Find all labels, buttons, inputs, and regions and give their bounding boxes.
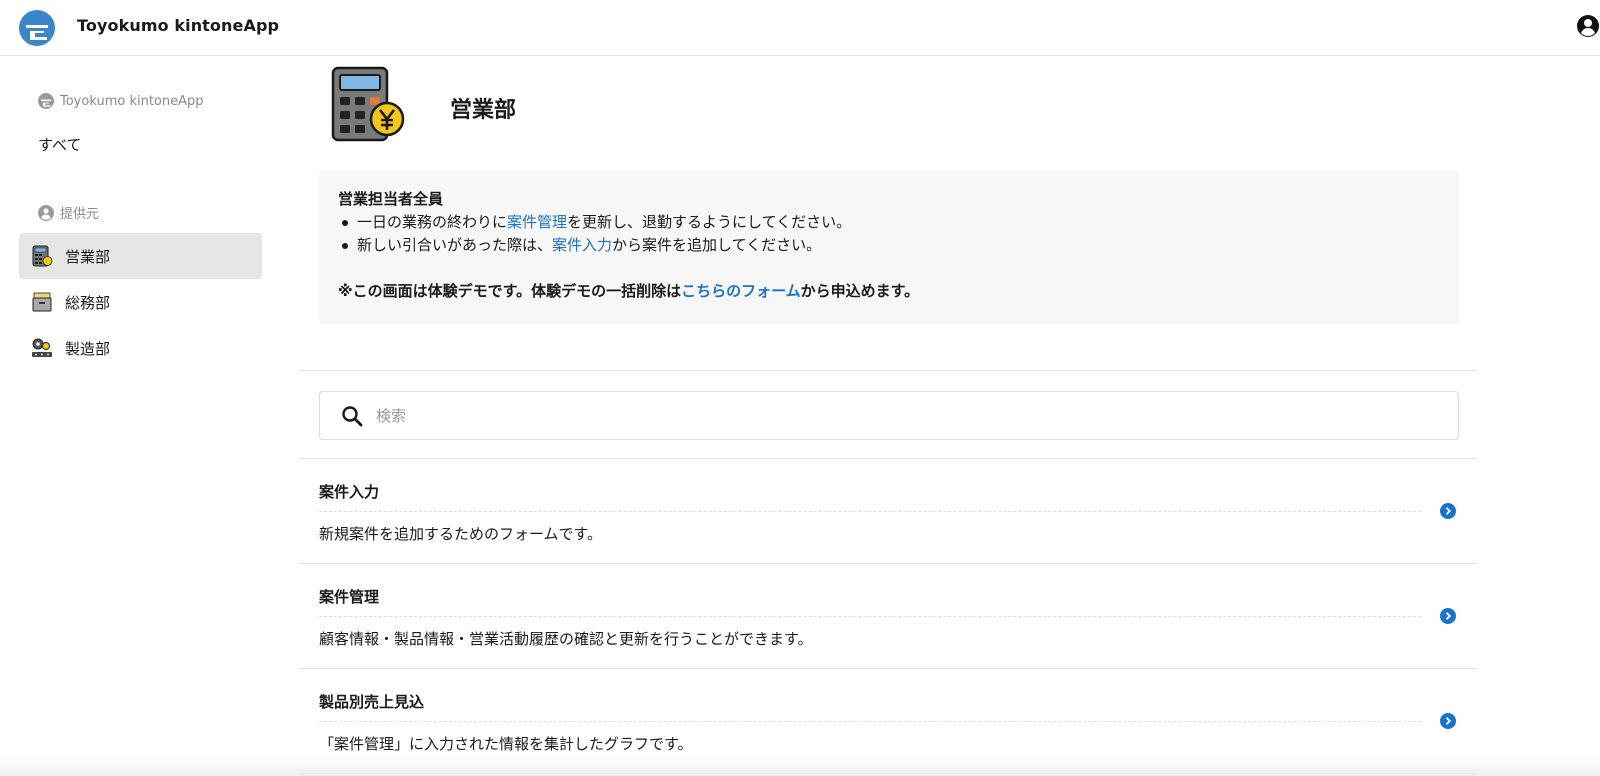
user-circle-icon: [38, 204, 54, 221]
search-box[interactable]: [319, 391, 1459, 440]
row-separator: [319, 616, 1421, 617]
calculator-icon: [32, 245, 53, 267]
calculator-yen-icon: [331, 66, 405, 142]
search-input[interactable]: [376, 392, 1436, 439]
row-separator: [319, 721, 1421, 722]
sidebar-item-all[interactable]: すべて: [38, 134, 81, 155]
app-row-case-entry[interactable]: 案件入力 新規案件を追加するためのフォームです。: [299, 459, 1477, 564]
app-description: 「案件管理」に入力された情報を集計したグラフです。: [319, 735, 693, 753]
sidebar: Toyokumo kintoneApp すべて 提供元 営業部 総務部 製造部: [0, 57, 280, 776]
row-separator: [319, 511, 1421, 512]
app-description: 顧客情報・製品情報・営業活動履歴の確認と更新を行うことができます。: [319, 630, 813, 648]
factory-gears-icon: [32, 338, 52, 357]
sidebar-item-label: 製造部: [65, 339, 111, 358]
user-account-icon[interactable]: [1576, 14, 1600, 38]
sidebar-item-sales[interactable]: 営業部: [19, 233, 262, 279]
sidebar-item-label: 総務部: [65, 293, 111, 312]
link-deletion-form[interactable]: こちらのフォーム: [681, 282, 801, 300]
link-case-entry[interactable]: 案件入力: [552, 236, 612, 254]
notice-panel: 営業担当者全員 一日の業務の終わりに案件管理を更新し、退勤するようにしてください…: [319, 170, 1459, 324]
notice-note-text: から申込めます。: [800, 282, 920, 300]
bottom-shadow: [0, 756, 1600, 776]
sidebar-item-manufacturing[interactable]: 製造部: [19, 325, 262, 371]
sidebar-provider-label: 提供元: [60, 207, 100, 222]
notice-text: から案件を追加してください。: [612, 236, 822, 254]
chevron-right-circle-icon[interactable]: [1440, 713, 1456, 729]
brand-name[interactable]: Toyokumo kintoneApp: [77, 16, 279, 35]
sidebar-item-label: 営業部: [65, 247, 111, 266]
section-divider: [299, 370, 1477, 371]
app-title: 製品別売上見込: [319, 693, 425, 711]
search-icon: [342, 406, 363, 427]
app-row-case-management[interactable]: 案件管理 顧客情報・製品情報・営業活動履歴の確認と更新を行うことができます。: [299, 564, 1477, 669]
notice-note: ※この画面は体験デモです。体験デモの一括削除はこちらのフォームから申込めます。: [338, 280, 1440, 303]
drawer-icon: [32, 292, 52, 312]
notice-text: を更新し、退勤するようにしてください。: [567, 213, 852, 231]
notice-heading: 営業担当者全員: [338, 190, 444, 208]
app-title: 案件入力: [319, 483, 380, 501]
brand-logo-icon[interactable]: [19, 10, 55, 46]
sidebar-brand-group: Toyokumo kintoneApp: [38, 93, 204, 109]
sidebar-item-general-affairs[interactable]: 総務部: [19, 279, 262, 325]
top-bar: Toyokumo kintoneApp: [0, 0, 1600, 56]
sidebar-brand-label: Toyokumo kintoneApp: [60, 93, 204, 109]
notice-list-item: 一日の業務の終わりに案件管理を更新し、退勤するようにしてください。: [338, 211, 1440, 234]
notice-note-text: ※この画面は体験デモです。体験デモの一括削除は: [338, 282, 682, 300]
app-title: 案件管理: [319, 588, 380, 606]
brand-logo-small-icon: [38, 93, 54, 109]
link-case-management[interactable]: 案件管理: [507, 213, 567, 231]
chevron-right-circle-icon[interactable]: [1440, 608, 1456, 624]
sidebar-provider-group: 提供元: [38, 203, 99, 222]
notice-list: 一日の業務の終わりに案件管理を更新し、退勤するようにしてください。 新しい引合い…: [338, 211, 1440, 257]
page-title: 営業部: [450, 98, 517, 123]
app-description: 新規案件を追加するためのフォームです。: [319, 525, 603, 543]
notice-text: 一日の業務の終わりに: [357, 213, 508, 231]
notice-text: 新しい引合いがあった際は、: [357, 236, 553, 254]
notice-list-item: 新しい引合いがあった際は、案件入力から案件を追加してください。: [338, 234, 1440, 257]
chevron-right-circle-icon[interactable]: [1440, 503, 1456, 519]
